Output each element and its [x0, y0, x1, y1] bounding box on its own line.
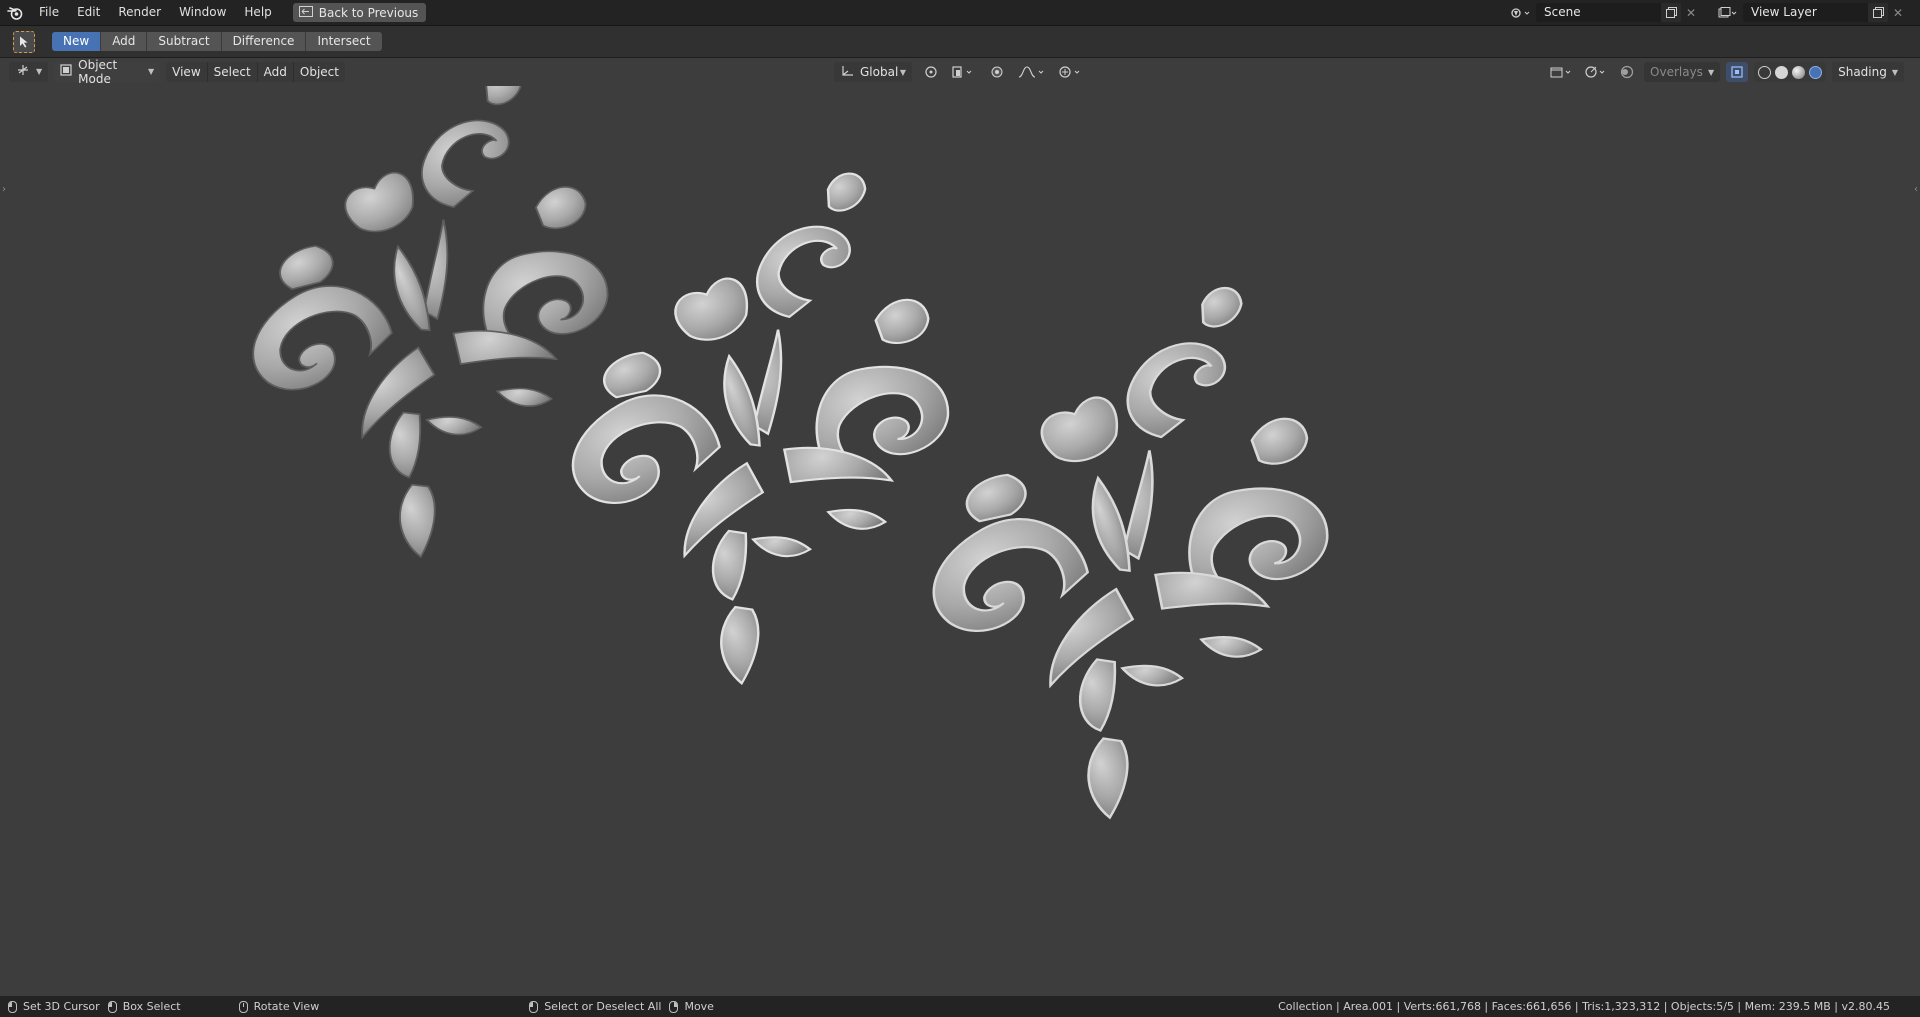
transform-controls: Global ▼: [834, 62, 1086, 82]
mouse-middle-icon: [238, 1000, 248, 1013]
top-menu-bar: File Edit Render Window Help Back to Pre…: [0, 0, 1920, 26]
orientation-dropdown[interactable]: Global ▼: [834, 62, 912, 82]
proportional-edit-icon[interactable]: [986, 62, 1008, 82]
object-mode-icon: [60, 64, 72, 79]
select-tool-cursor-icon[interactable]: [13, 30, 35, 53]
ornament-objects: [185, 86, 1408, 850]
menu-render[interactable]: Render: [109, 0, 170, 25]
scene-statistics: Collection | Area.001 | Verts:661,768 | …: [1278, 1000, 1890, 1013]
xray-toggle-icon[interactable]: [1726, 62, 1749, 82]
menu-select[interactable]: Select: [207, 61, 258, 82]
view-layer-selector: View Layer ✕: [1713, 3, 1908, 22]
viewport-header: ▼ Object Mode ▼ View Select Add Object G…: [0, 58, 1920, 86]
editor-type-button[interactable]: ▼: [9, 61, 49, 82]
hint-set-3d-cursor: Set 3D Cursor: [8, 1000, 100, 1013]
hint-label: Set 3D Cursor: [23, 1000, 100, 1013]
snapping-magnet-icon[interactable]: [1056, 62, 1086, 82]
new-view-layer-icon[interactable]: [1868, 3, 1888, 22]
material-shading-icon[interactable]: [1792, 65, 1806, 79]
snap-toggle-icon[interactable]: [950, 62, 978, 82]
3d-viewport[interactable]: › ‹: [0, 86, 1920, 996]
delete-view-layer-icon[interactable]: ✕: [1888, 3, 1908, 22]
object-type-visibility-icon[interactable]: [1548, 62, 1576, 82]
menu-window[interactable]: Window: [170, 0, 235, 25]
chevron-down-icon: ▼: [1891, 67, 1898, 77]
ornament-middle: [507, 162, 1026, 714]
new-scene-icon[interactable]: [1661, 3, 1681, 22]
hint-rotate-view: Rotate View: [238, 1000, 320, 1013]
viewport-display-controls: Overlays ▼ Shading ▼: [1548, 62, 1904, 82]
scene-name-field[interactable]: Scene: [1536, 3, 1661, 22]
viewport-menu-group: View Select Add Object: [166, 61, 345, 82]
back-to-previous-label: Back to Previous: [318, 5, 419, 20]
falloff-curve-icon[interactable]: [1016, 62, 1048, 82]
back-to-previous-button[interactable]: Back to Previous: [292, 3, 427, 22]
overlays-toggle-icon[interactable]: [1616, 62, 1638, 82]
menu-view[interactable]: View: [166, 61, 208, 82]
mouse-left-icon: [529, 1000, 539, 1013]
mode-new-button[interactable]: New: [52, 32, 102, 51]
editor-type-icon: [15, 64, 31, 79]
solid-shading-icon[interactable]: [1775, 65, 1789, 79]
wireframe-shading-icon[interactable]: [1758, 65, 1772, 79]
mouse-right-icon: [669, 1000, 679, 1013]
orientation-label: Global: [860, 65, 899, 79]
shading-mode-group: [1754, 62, 1827, 82]
menu-file[interactable]: File: [30, 0, 68, 25]
shading-label: Shading: [1838, 65, 1887, 79]
tool-settings-bar: New Add Subtract Difference Intersect: [0, 26, 1920, 58]
view-layer-name-field[interactable]: View Layer: [1743, 3, 1868, 22]
ornament-right: [866, 276, 1408, 850]
chevron-down-icon: ▼: [1707, 67, 1715, 77]
view-layer-browse-icon[interactable]: [1713, 3, 1743, 22]
overlays-label: Overlays: [1650, 65, 1703, 79]
hint-label: Rotate View: [253, 1000, 320, 1013]
mouse-left-drag-icon: [107, 1000, 117, 1013]
boolean-mode-group: New Add Subtract Difference Intersect: [52, 32, 382, 51]
menu-object[interactable]: Object: [293, 61, 345, 82]
chevron-down-icon: ▼: [899, 67, 906, 77]
delete-scene-icon[interactable]: ✕: [1681, 3, 1701, 22]
chevron-down-icon: ▼: [148, 67, 155, 76]
object-mode-dropdown[interactable]: Object Mode ▼: [54, 58, 161, 86]
pivot-point-icon[interactable]: [920, 62, 942, 82]
status-bar: Set 3D Cursor Box Select Rotate View Sel…: [0, 996, 1920, 1017]
hint-select-deselect-all: Select or Deselect All: [529, 1000, 661, 1013]
overlays-dropdown[interactable]: Overlays ▼: [1644, 62, 1721, 82]
gizmo-toggle-icon[interactable]: [1582, 62, 1610, 82]
mouse-left-icon: [8, 1000, 17, 1013]
object-mode-label: Object Mode: [78, 57, 118, 86]
scene-browse-icon[interactable]: [1506, 3, 1536, 22]
blender-logo-icon[interactable]: [0, 0, 30, 25]
hint-label: Select or Deselect All: [544, 1000, 662, 1013]
orientation-axes-icon: [840, 65, 854, 80]
back-screen-icon: [298, 5, 313, 20]
ornament-left: [185, 86, 687, 589]
shading-dropdown[interactable]: Shading ▼: [1832, 62, 1904, 82]
rendered-shading-icon[interactable]: [1809, 65, 1823, 79]
chevron-down-icon: ▼: [36, 67, 43, 76]
menu-add[interactable]: Add: [257, 61, 294, 82]
menu-help[interactable]: Help: [235, 0, 280, 25]
menu-edit[interactable]: Edit: [68, 0, 109, 25]
hint-label: Move: [684, 1000, 714, 1013]
mode-add-button[interactable]: Add: [101, 32, 148, 51]
hint-label: Box Select: [122, 1000, 181, 1013]
scene-selector: Scene ✕: [1506, 3, 1701, 22]
hint-move: Move: [669, 1000, 714, 1013]
mode-difference-button[interactable]: Difference: [221, 32, 307, 51]
hint-box-select: Box Select: [107, 1000, 181, 1013]
mode-intersect-button[interactable]: Intersect: [306, 32, 382, 51]
mode-subtract-button[interactable]: Subtract: [147, 32, 222, 51]
